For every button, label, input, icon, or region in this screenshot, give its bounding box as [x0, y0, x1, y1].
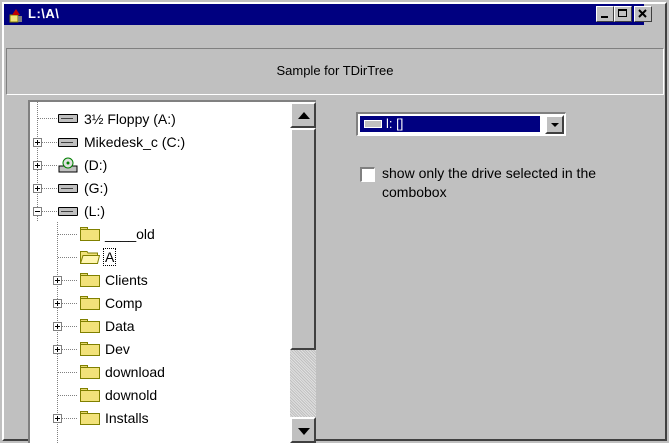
folder-icon [80, 273, 100, 287]
folder-icon [80, 227, 100, 241]
tree-node-label: downold [105, 387, 158, 403]
drive-icon [364, 120, 382, 128]
tree-node-clients[interactable]: Clients [30, 270, 290, 292]
tree-node-floppy[interactable]: 3½ Floppy (A:) [30, 109, 290, 131]
tree-node-c[interactable]: Mikedesk_c (C:) [30, 132, 290, 154]
tree-node-d[interactable]: (D:) [30, 155, 290, 177]
collapse-icon[interactable] [33, 207, 42, 216]
maximize-icon [618, 9, 627, 17]
expand-icon[interactable] [53, 414, 62, 423]
arrow-up-icon [298, 112, 310, 119]
tree-node-label: 3½ Floppy (A:) [84, 111, 176, 127]
tree-node-label: A [102, 248, 117, 266]
scroll-up-button[interactable] [290, 102, 316, 128]
tree-node-label: download [105, 364, 165, 380]
tree-node-label: Mikedesk_c (C:) [84, 134, 186, 150]
tree-node-dev[interactable]: Dev [30, 339, 290, 361]
cdrom-drive-icon [58, 157, 78, 173]
tree-line [62, 418, 78, 419]
window-title: L:\A\ [28, 6, 60, 21]
tree-node-label: Comp [105, 295, 143, 311]
network-drive-icon [58, 207, 78, 216]
tree-line [58, 395, 78, 396]
tree-line [58, 372, 78, 373]
app-icon [9, 9, 22, 23]
folder-icon [80, 342, 100, 356]
tree-node-label: Clients [105, 272, 148, 288]
expand-icon[interactable] [33, 161, 42, 170]
tree-node-label: ____old [105, 226, 155, 242]
expand-icon[interactable] [33, 184, 42, 193]
expand-icon[interactable] [53, 299, 62, 308]
combo-dropdown-button[interactable] [545, 115, 564, 134]
header-panel: Sample for TDirTree [6, 48, 664, 95]
combo-selected-text: l: [] [386, 116, 404, 131]
folder-icon [80, 365, 100, 379]
show-selected-drive-checkbox[interactable] [360, 167, 375, 182]
open-folder-icon [80, 251, 100, 264]
tree-line [38, 118, 58, 119]
tree-node-a[interactable]: A [30, 247, 290, 269]
tree-line [62, 280, 78, 281]
tree-line [42, 165, 58, 166]
scroll-down-button[interactable] [290, 417, 316, 443]
checkbox-label[interactable]: show only the drive selected in the comb… [382, 164, 622, 202]
tree-node-old[interactable]: ____old [30, 224, 290, 246]
close-icon [638, 9, 647, 18]
header-title: Sample for TDirTree [276, 63, 394, 78]
tree-node-label: Installs [105, 410, 149, 426]
tree-node-label: Data [105, 318, 135, 334]
tree-line [58, 257, 78, 258]
maximize-button[interactable] [614, 6, 632, 22]
arrow-down-icon [298, 428, 310, 435]
minimize-button[interactable] [596, 6, 614, 22]
directory-tree[interactable]: 3½ Floppy (A:) Mikedesk_c (C:) (D:) (G:) [28, 100, 316, 443]
tree-node-download[interactable]: download [30, 362, 290, 384]
tree-line [62, 303, 78, 304]
expand-icon[interactable] [33, 138, 42, 147]
tree-line [62, 349, 78, 350]
tree-node-installs[interactable]: Installs [30, 408, 290, 430]
chevron-down-icon [551, 123, 559, 127]
tree-node-label: (G:) [84, 180, 109, 196]
folder-icon [80, 319, 100, 333]
expand-icon[interactable] [53, 322, 62, 331]
expand-icon[interactable] [53, 276, 62, 285]
tree-line [42, 142, 58, 143]
tree-node-comp[interactable]: Comp [30, 293, 290, 315]
tree-node-label: Dev [105, 341, 130, 357]
folder-icon [80, 296, 100, 310]
network-drive-icon [58, 184, 78, 193]
close-button[interactable] [634, 6, 652, 22]
expand-icon[interactable] [53, 345, 62, 354]
tree-node-downold[interactable]: downold [30, 385, 290, 407]
floppy-drive-icon [58, 114, 78, 123]
tree-node-data[interactable]: Data [30, 316, 290, 338]
folder-icon [80, 411, 100, 425]
tree-line [58, 234, 78, 235]
tree-node-l[interactable]: (L:) [30, 201, 290, 223]
hard-drive-icon [58, 138, 78, 147]
tree-scrollbar[interactable] [290, 102, 316, 443]
tree-line [62, 326, 78, 327]
tree-line [42, 211, 58, 212]
folder-icon [80, 388, 100, 402]
title-bar[interactable]: L:\A\ [4, 4, 644, 25]
tree-line [42, 188, 58, 189]
drive-combobox[interactable]: l: [] [356, 112, 566, 136]
tree-node-g[interactable]: (G:) [30, 178, 290, 200]
combo-selected-value[interactable]: l: [] [360, 116, 540, 132]
scroll-thumb[interactable] [290, 128, 316, 350]
minimize-icon [601, 16, 608, 18]
app-window: L:\A\ Sample for TDirTree 3½ Floppy (A:)… [0, 0, 669, 443]
tree-node-label: (L:) [84, 203, 105, 219]
tree-node-label: (D:) [84, 157, 108, 173]
